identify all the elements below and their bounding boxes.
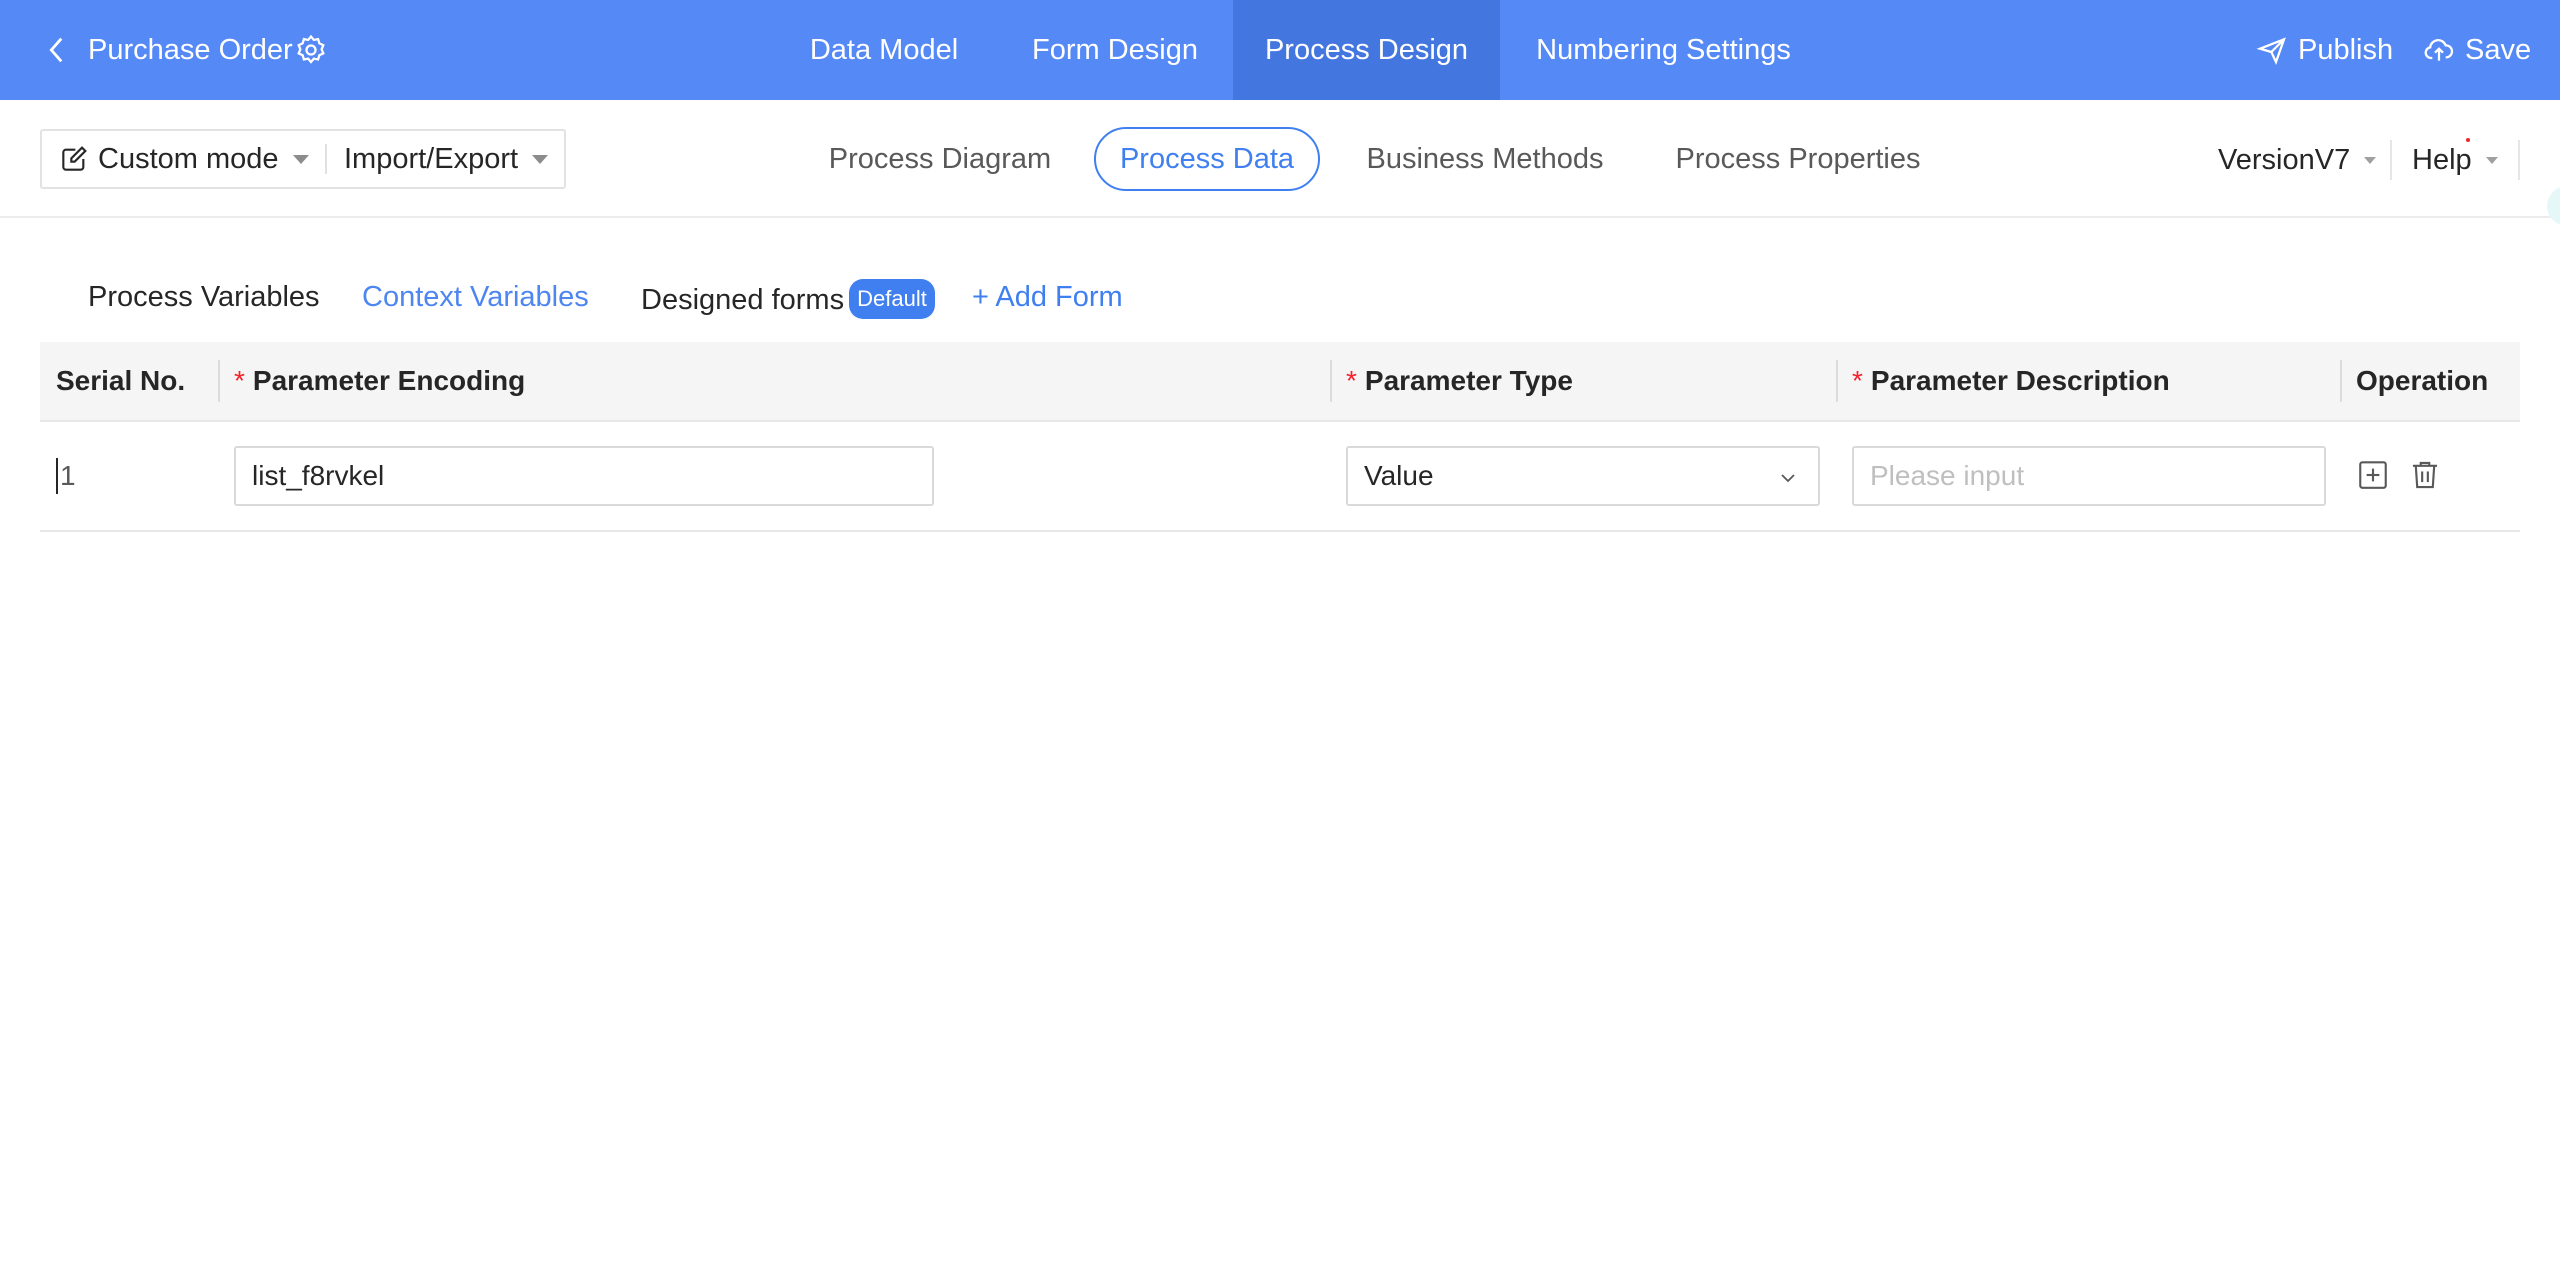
caret-down-icon	[2485, 156, 2498, 164]
table-header: Serial No. * Parameter Encoding * Paramete…	[40, 342, 2520, 422]
publish-button[interactable]: Publish	[2256, 31, 2393, 69]
nav-process-design[interactable]: Process Design	[1233, 0, 1500, 100]
col-label: Parameter Type	[1364, 365, 1573, 396]
caret-down-icon	[2364, 156, 2377, 164]
col-parameter-type: * Parameter Type	[1346, 342, 1573, 420]
version-label: VersionV7	[2218, 144, 2351, 176]
required-mark: *	[234, 365, 245, 396]
divider	[2518, 140, 2520, 180]
help-label: Help	[2412, 144, 2472, 176]
cloud-upload-icon	[2424, 39, 2454, 61]
version-dropdown[interactable]: VersionV7	[2218, 142, 2377, 178]
col-operation: Operation	[2356, 365, 2489, 396]
nav-numbering-settings[interactable]: Numbering Settings	[1516, 0, 1811, 100]
tab-context-variables[interactable]: Context Variables	[362, 278, 589, 316]
import-export-dropdown[interactable]: Import/Export	[344, 131, 549, 187]
tab-process-variables[interactable]: Process Variables	[88, 278, 320, 316]
notification-dot	[2466, 138, 2470, 142]
col-parameter-description: * Parameter Description	[1852, 342, 2170, 420]
default-badge: Default	[849, 279, 935, 319]
required-mark: *	[1852, 365, 1863, 396]
custom-mode-label: Custom mode	[98, 142, 279, 175]
col-label: Parameter Description	[1870, 365, 2170, 396]
table-row: 1 Value	[40, 422, 2520, 532]
parameter-type-select[interactable]: Value	[1346, 446, 1820, 506]
save-label: Save	[2465, 34, 2532, 66]
save-button[interactable]: Save	[2423, 31, 2531, 69]
serial-no-cell: 1	[56, 458, 76, 494]
tab-designed-forms[interactable]: Designed forms	[641, 281, 844, 319]
col-serial-no: Serial No.	[56, 365, 186, 396]
caret-down-icon	[292, 154, 309, 164]
edit-note-icon	[62, 146, 87, 171]
divider	[325, 144, 327, 174]
divider	[2390, 140, 2392, 180]
send-icon	[2256, 37, 2286, 65]
nav-form-design[interactable]: Form Design	[1018, 0, 1212, 100]
add-form-button[interactable]: + Add Form	[972, 278, 1123, 316]
trash-icon[interactable]	[2408, 458, 2442, 492]
publish-label: Publish	[2298, 34, 2394, 66]
chevron-down-icon	[1781, 474, 1795, 483]
gear-icon[interactable]	[294, 33, 328, 67]
top-bar: Purchase Order Data Model Form Design Pr…	[0, 0, 2560, 100]
mode-toolbar: Custom mode Import/Export	[40, 129, 566, 189]
custom-mode-dropdown[interactable]: Custom mode	[58, 131, 309, 187]
column-divider	[1836, 360, 1838, 402]
column-divider	[1330, 360, 1332, 402]
parameter-type-value: Value	[1364, 460, 1434, 491]
col-parameter-encoding: * Parameter Encoding	[234, 342, 525, 420]
tab-process-diagram[interactable]: Process Diagram	[820, 127, 1060, 191]
tab-business-methods[interactable]: Business Methods	[1360, 127, 1610, 191]
import-export-label: Import/Export	[344, 142, 519, 175]
col-label: Parameter Encoding	[252, 365, 526, 396]
tab-process-properties[interactable]: Process Properties	[1670, 127, 1926, 191]
nav-data-model[interactable]: Data Model	[788, 0, 980, 100]
column-divider	[218, 360, 220, 402]
app-title: Purchase Order	[88, 34, 293, 66]
tab-process-data[interactable]: Process Data	[1094, 127, 1320, 191]
required-mark: *	[1346, 365, 1357, 396]
help-dropdown[interactable]: Help	[2412, 142, 2498, 178]
column-divider	[2340, 360, 2342, 402]
chevron-left-icon[interactable]	[40, 33, 74, 67]
plus-square-icon[interactable]	[2356, 458, 2390, 492]
caret-down-icon	[532, 154, 549, 164]
parameter-encoding-input[interactable]	[234, 446, 934, 506]
parameter-description-input[interactable]	[1852, 446, 2326, 506]
secondary-toolbar: Custom mode Import/Export Process Diagra…	[0, 100, 2560, 218]
